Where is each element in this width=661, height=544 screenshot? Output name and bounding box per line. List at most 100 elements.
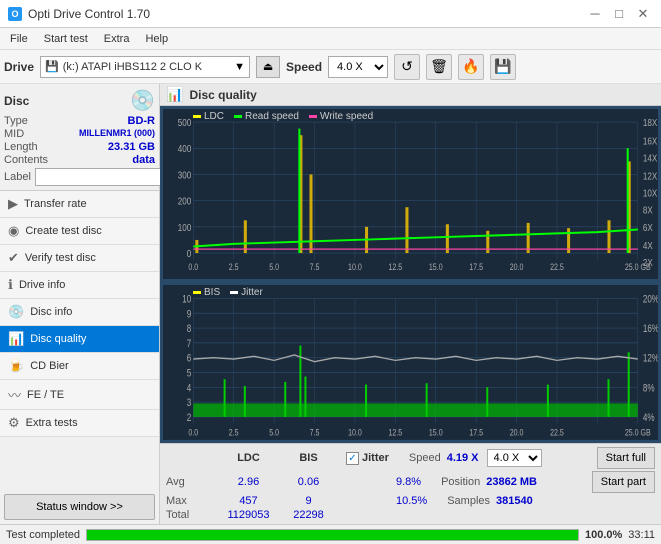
svg-text:10.0: 10.0 bbox=[348, 427, 362, 438]
label-input[interactable] bbox=[35, 168, 173, 186]
extra-tests-label: Extra tests bbox=[26, 417, 78, 429]
sidebar-item-verify-test-disc[interactable]: ✔ Verify test disc bbox=[0, 245, 159, 272]
disc-quality-icon: 📊 bbox=[8, 331, 24, 347]
svg-text:8%: 8% bbox=[643, 383, 655, 395]
bis-chart: BIS Jitter bbox=[162, 284, 659, 441]
mid-val: MILLENMR1 (000) bbox=[79, 128, 155, 140]
svg-text:17.5: 17.5 bbox=[469, 262, 483, 272]
create-test-disc-label: Create test disc bbox=[25, 225, 101, 237]
disc-icon: 💿 bbox=[130, 88, 155, 113]
sidebar-item-drive-info[interactable]: ℹ Drive info bbox=[0, 272, 159, 299]
sidebar-item-transfer-rate[interactable]: ▶ Transfer rate bbox=[0, 191, 159, 218]
statusbar: Test completed 100.0% 33:11 bbox=[0, 524, 661, 544]
drive-label: Drive bbox=[4, 60, 34, 74]
drive-select-box[interactable]: 💾 (k:) ATAPI iHBS112 2 CLO K ▼ bbox=[40, 56, 250, 78]
svg-text:9: 9 bbox=[187, 308, 191, 320]
total-ldc: 1129053 bbox=[216, 509, 281, 521]
refresh-button[interactable]: ↺ bbox=[394, 54, 420, 80]
legend-ldc: LDC bbox=[193, 111, 224, 122]
speed-select-stats[interactable]: 4.0 X 2.0 X 8.0 X bbox=[487, 449, 542, 467]
disc-info-icon: 💿 bbox=[8, 304, 24, 320]
burn-button[interactable]: 🔥 bbox=[458, 54, 484, 80]
svg-text:8: 8 bbox=[187, 323, 191, 335]
sidebar-item-extra-tests[interactable]: ⚙ Extra tests bbox=[0, 410, 159, 437]
sidebar-item-disc-info[interactable]: 💿 Disc info bbox=[0, 299, 159, 326]
menu-help[interactable]: Help bbox=[139, 32, 174, 46]
bis-header: BIS bbox=[281, 452, 336, 464]
fe-te-icon: 〰 bbox=[8, 385, 21, 404]
ldc-dot bbox=[193, 115, 201, 118]
start-full-button[interactable]: Start full bbox=[597, 447, 655, 469]
write-speed-dot bbox=[309, 115, 317, 118]
progress-bar bbox=[86, 529, 579, 541]
close-button[interactable]: ✕ bbox=[633, 4, 653, 24]
svg-text:22.5: 22.5 bbox=[550, 262, 564, 272]
svg-text:3: 3 bbox=[187, 397, 191, 409]
svg-text:300: 300 bbox=[178, 169, 191, 180]
content-area: 📊 Disc quality LDC Read speed bbox=[160, 84, 661, 524]
svg-text:14X: 14X bbox=[643, 152, 658, 163]
menu-file[interactable]: File bbox=[4, 32, 34, 46]
menu-start-test[interactable]: Start test bbox=[38, 32, 94, 46]
disc-quality-header: 📊 Disc quality bbox=[160, 84, 661, 106]
jitter-checkbox[interactable]: ✓ bbox=[346, 452, 359, 465]
chart2-legend: BIS Jitter bbox=[193, 287, 263, 298]
save-button[interactable]: 💾 bbox=[490, 54, 516, 80]
status-time: 33:11 bbox=[628, 529, 655, 541]
svg-text:400: 400 bbox=[178, 143, 191, 154]
erase-button[interactable]: 🗑 bbox=[426, 54, 452, 80]
sidebar-item-fe-te[interactable]: 〰 FE / TE bbox=[0, 380, 159, 410]
disc-info-header: Disc 💿 bbox=[4, 88, 155, 113]
svg-text:8X: 8X bbox=[643, 205, 654, 216]
label-key: Label bbox=[4, 171, 31, 183]
write-speed-label: Write speed bbox=[320, 111, 373, 122]
contents-val: data bbox=[132, 154, 155, 166]
max-jitter: 10.5% bbox=[396, 495, 427, 507]
speed-val-display: 4.19 X bbox=[447, 452, 479, 464]
svg-text:200: 200 bbox=[178, 196, 191, 207]
eject-button[interactable]: ⏏ bbox=[256, 56, 280, 78]
svg-text:4: 4 bbox=[187, 383, 191, 395]
svg-text:2.5: 2.5 bbox=[229, 262, 239, 272]
sidebar-item-cd-bier[interactable]: 🍺 CD Bier bbox=[0, 353, 159, 380]
speed-header: Speed bbox=[409, 452, 441, 464]
charts-area: LDC Read speed Write speed bbox=[160, 106, 661, 443]
extra-tests-icon: ⚙ bbox=[8, 415, 20, 431]
svg-text:20.0: 20.0 bbox=[510, 427, 524, 438]
create-test-disc-icon: ◉ bbox=[8, 223, 19, 239]
drive-info-label: Drive info bbox=[19, 279, 65, 291]
titlebar-title: Opti Drive Control 1.70 bbox=[28, 7, 150, 21]
titlebar: O Opti Drive Control 1.70 ─ □ ✕ bbox=[0, 0, 661, 28]
legend-write-speed: Write speed bbox=[309, 111, 373, 122]
main-layout: Disc 💿 Type BD-R MID MILLENMR1 (000) Len… bbox=[0, 84, 661, 524]
type-val: BD-R bbox=[128, 115, 156, 127]
verify-test-disc-label: Verify test disc bbox=[25, 252, 96, 264]
svg-text:2.5: 2.5 bbox=[229, 427, 239, 438]
start-part-button[interactable]: Start part bbox=[592, 471, 655, 493]
ldc-label: LDC bbox=[204, 111, 224, 122]
sidebar-item-create-test-disc[interactable]: ◉ Create test disc bbox=[0, 218, 159, 245]
menubar: File Start test Extra Help bbox=[0, 28, 661, 50]
disc-quality-label: Disc quality bbox=[30, 333, 86, 345]
bis-dot bbox=[193, 291, 201, 294]
svg-text:7.5: 7.5 bbox=[310, 262, 320, 272]
avg-jitter: 9.8% bbox=[396, 476, 421, 488]
position-label: Position bbox=[441, 476, 480, 488]
maximize-button[interactable]: □ bbox=[609, 4, 629, 24]
length-row: Length 23.31 GB bbox=[4, 141, 155, 153]
status-window-button[interactable]: Status window >> bbox=[4, 494, 155, 520]
dropdown-icon: ▼ bbox=[234, 61, 245, 73]
speed-label: Speed bbox=[286, 60, 322, 74]
chart1-legend: LDC Read speed Write speed bbox=[193, 111, 373, 122]
svg-text:10.0: 10.0 bbox=[348, 262, 362, 272]
sidebar-item-disc-quality[interactable]: 📊 Disc quality bbox=[0, 326, 159, 353]
contents-key: Contents bbox=[4, 154, 48, 166]
svg-text:20.0: 20.0 bbox=[510, 262, 524, 272]
read-speed-label: Read speed bbox=[245, 111, 299, 122]
menu-extra[interactable]: Extra bbox=[98, 32, 136, 46]
cd-bier-label: CD Bier bbox=[30, 360, 69, 372]
minimize-button[interactable]: ─ bbox=[585, 4, 605, 24]
speed-select[interactable]: 1.0 X 2.0 X 4.0 X 8.0 X bbox=[328, 56, 388, 78]
svg-text:16X: 16X bbox=[643, 135, 658, 146]
transfer-rate-label: Transfer rate bbox=[24, 198, 87, 210]
